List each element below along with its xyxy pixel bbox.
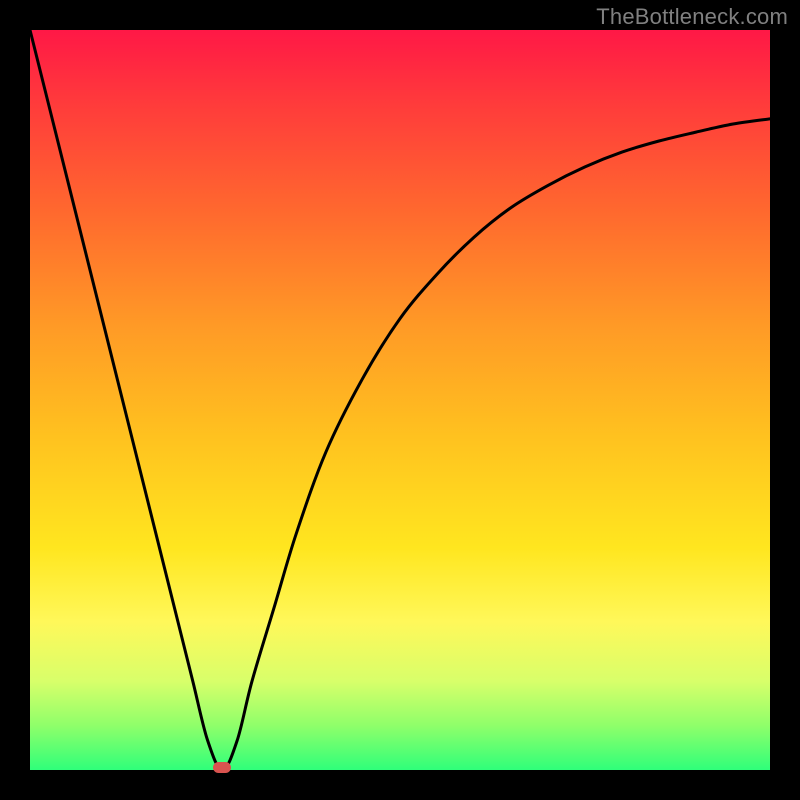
plot-area [30,30,770,770]
minimum-marker [213,762,231,773]
bottleneck-curve [30,30,770,770]
watermark-text: TheBottleneck.com [596,4,788,30]
chart-frame: TheBottleneck.com [0,0,800,800]
